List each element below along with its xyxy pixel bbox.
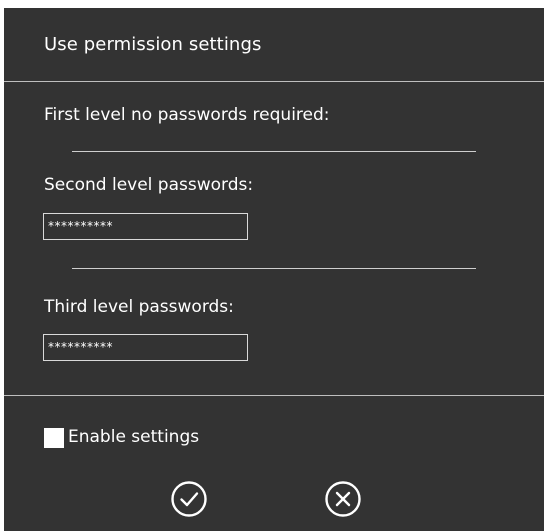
dialog-title: Use permission settings <box>44 34 262 55</box>
permission-settings-dialog: Use permission settings First level no p… <box>4 8 544 531</box>
enable-settings-checkbox[interactable] <box>44 428 64 448</box>
first-level-divider <box>72 151 476 152</box>
header-divider <box>4 81 544 82</box>
check-circle-icon <box>171 481 207 517</box>
second-level-password-input[interactable] <box>43 213 248 240</box>
second-level-divider <box>72 268 476 269</box>
confirm-button[interactable] <box>170 480 208 518</box>
third-level-password-input[interactable] <box>43 334 248 361</box>
first-level-label: First level no passwords required: <box>44 105 330 125</box>
enable-settings-label: Enable settings <box>68 427 200 447</box>
cancel-button[interactable] <box>324 480 362 518</box>
footer-divider <box>4 395 544 396</box>
x-circle-icon <box>325 481 361 517</box>
third-level-label: Third level passwords: <box>44 297 234 317</box>
second-level-label: Second level passwords: <box>44 175 254 195</box>
